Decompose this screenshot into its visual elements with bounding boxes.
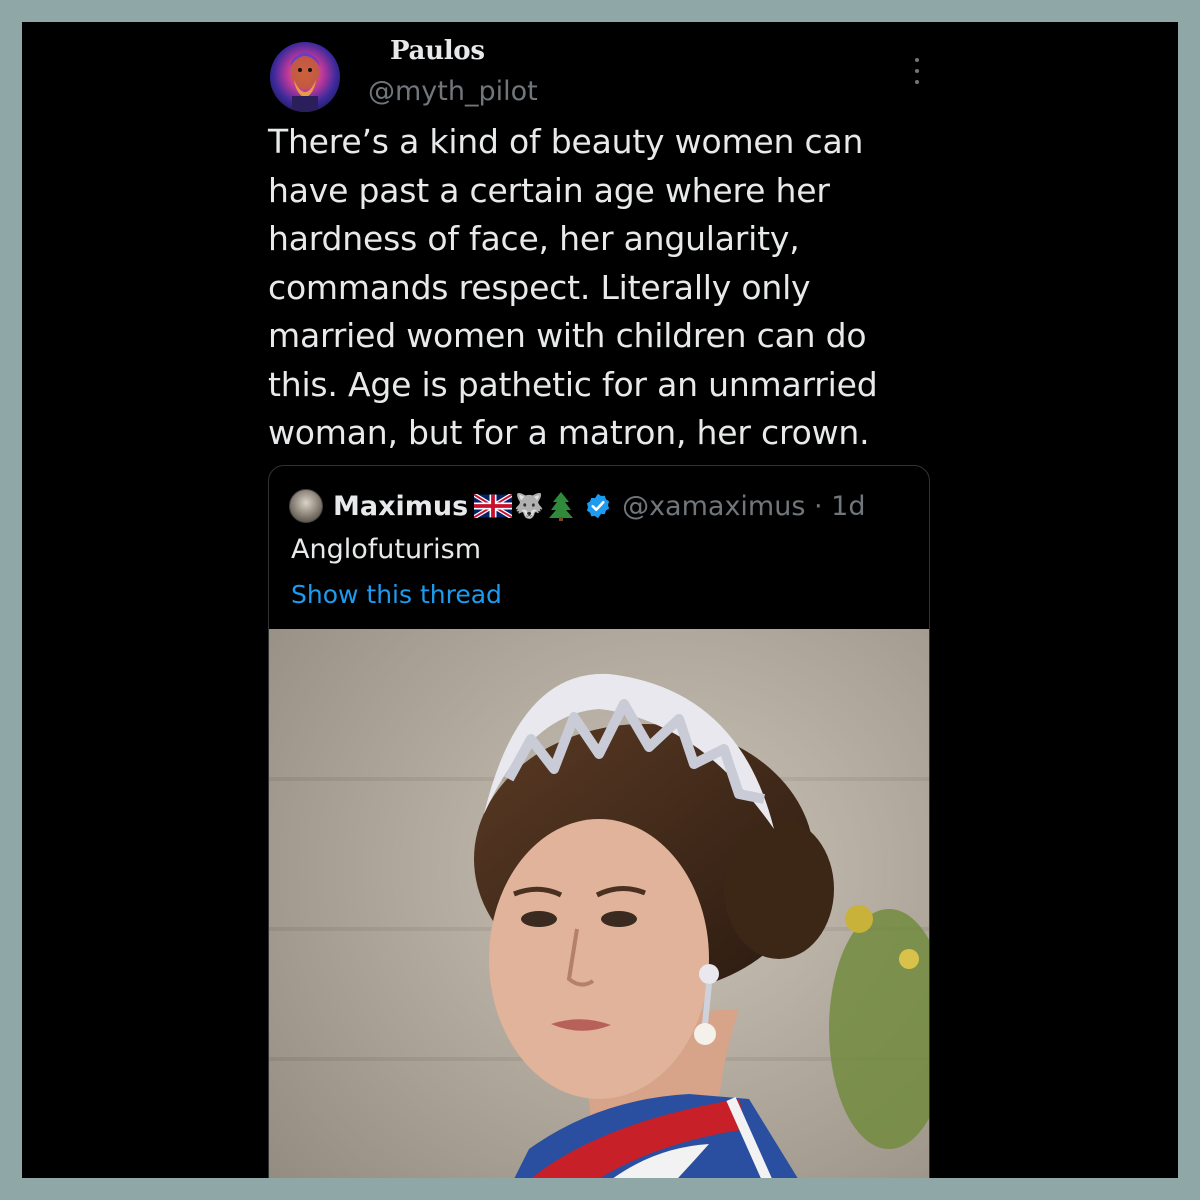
- tweet-text: There’s a kind of beauty women can have …: [268, 122, 878, 452]
- author-handle[interactable]: @myth_pilot: [368, 76, 538, 107]
- bust-avatar-icon: [290, 52, 320, 112]
- tweet-card: Paulos @myth_pilot There’s a kind of bea…: [22, 22, 1178, 1178]
- evergreen-tree-icon: [549, 492, 574, 521]
- quoted-author-display-name[interactable]: Maximus: [333, 491, 468, 522]
- author-display-name[interactable]: Paulos: [390, 36, 485, 66]
- show-thread-link[interactable]: Show this thread: [291, 580, 502, 609]
- author-avatar[interactable]: [270, 42, 340, 112]
- quoted-handle-time[interactable]: @xamaximus · 1d: [622, 491, 865, 522]
- photo-woman-with-tiara: [269, 629, 929, 1178]
- uk-flag-icon: [474, 494, 513, 518]
- quoted-tweet-photo[interactable]: [269, 629, 929, 1178]
- quoted-tweet[interactable]: Maximus 🐺 @xamaximus · 1d Anglofuturism …: [268, 465, 930, 1178]
- quoted-author-avatar[interactable]: [289, 489, 323, 523]
- verified-badge-icon: [586, 493, 610, 519]
- quoted-tweet-header: Maximus 🐺 @xamaximus · 1d: [289, 488, 865, 524]
- wolf-icon: 🐺: [514, 492, 545, 520]
- more-vertical-icon[interactable]: [906, 56, 928, 86]
- quoted-tweet-text: Anglofuturism: [291, 534, 482, 565]
